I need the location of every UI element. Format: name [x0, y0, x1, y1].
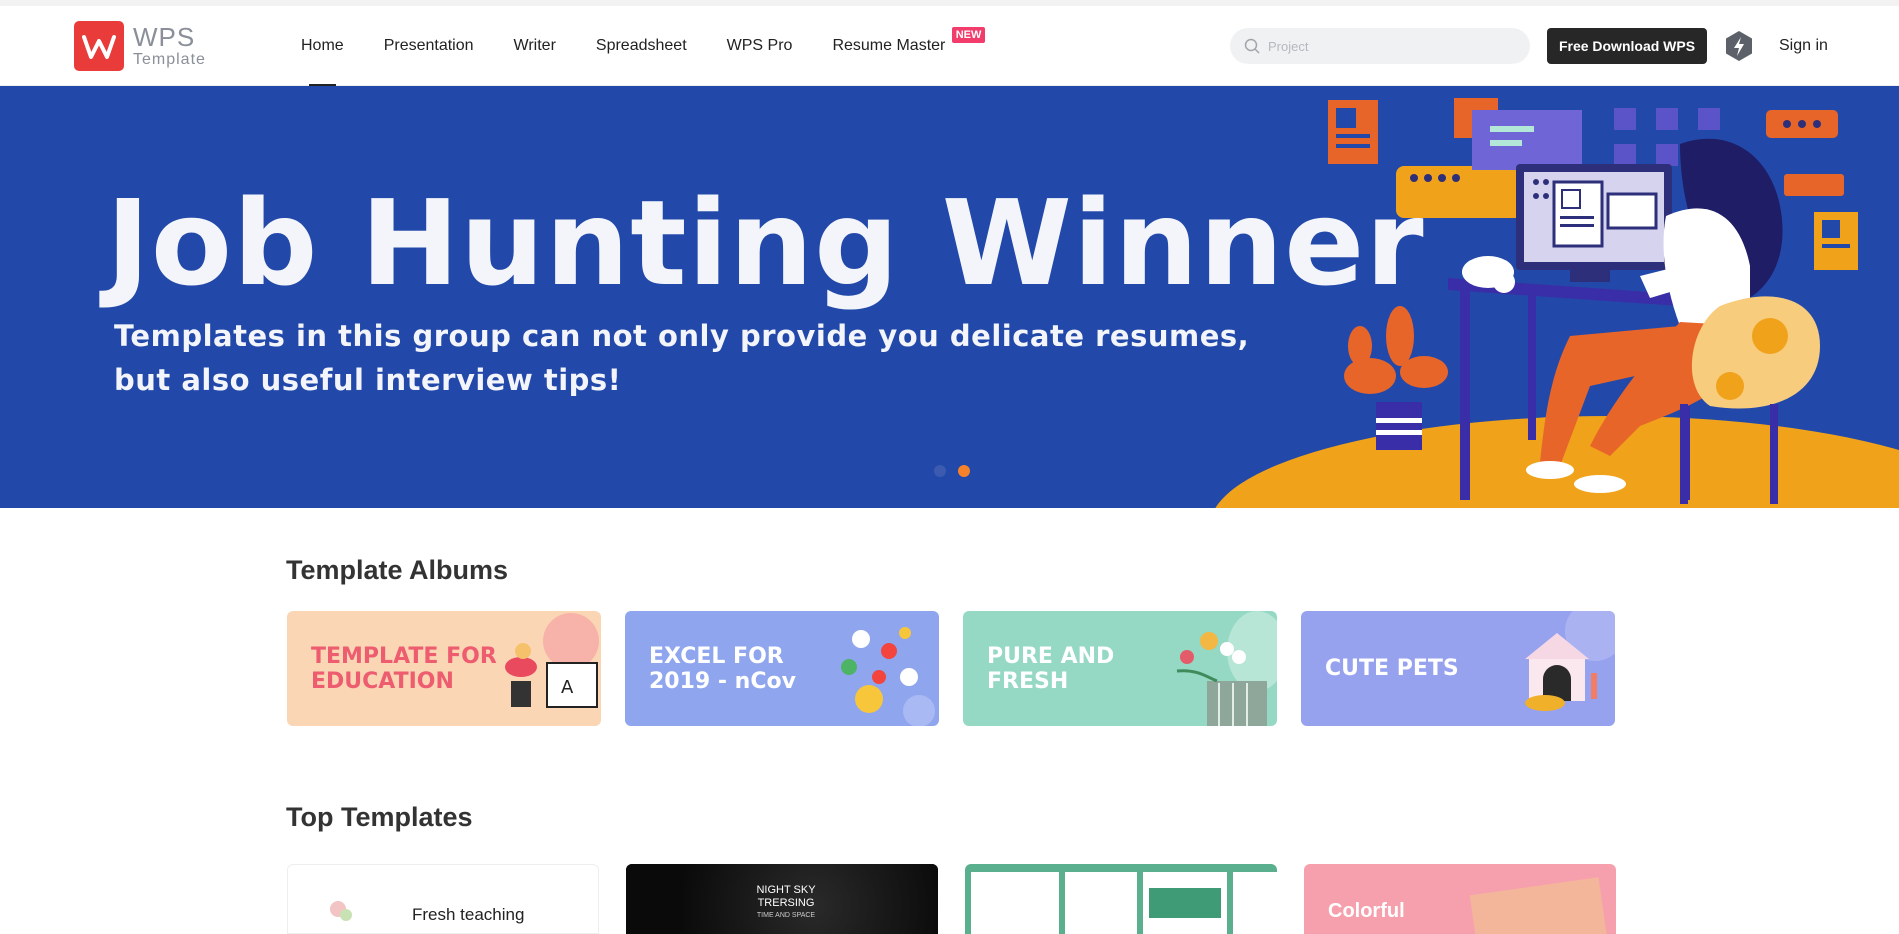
banner-subtitle: Templates in this group can not only pro…	[114, 314, 1249, 402]
slide-thumbnail-2	[1065, 872, 1137, 934]
carousel-dots	[934, 465, 982, 477]
template-card-colorful-title: Colorful	[1328, 900, 1405, 922]
template-card-green-slides[interactable]	[965, 864, 1277, 934]
nav-writer[interactable]: Writer	[514, 6, 556, 86]
nav-resume-master[interactable]: Resume Master NEW	[832, 6, 986, 86]
new-badge: NEW	[951, 27, 986, 43]
colorful-shape	[1469, 877, 1609, 934]
template-card-night-sky[interactable]: NIGHT SKY TRERSING TIME AND SPACE	[626, 864, 938, 934]
doghouse-illustration	[1525, 611, 1615, 711]
nav-resume-master-label: Resume Master	[832, 37, 946, 54]
album-education-label: TEMPLATE FOR EDUCATION	[311, 643, 497, 694]
slide-thumbnail-3	[1143, 872, 1227, 934]
nav-wps-pro[interactable]: WPS Pro	[727, 6, 793, 86]
banner-subtitle-line2: but also useful interview tips!	[114, 363, 622, 397]
top-templates-title: Top Templates	[286, 802, 473, 832]
search-icon	[1244, 38, 1260, 54]
album-cute-pets[interactable]: CUTE PETS	[1301, 611, 1615, 726]
album-cute-pets-label: CUTE PETS	[1325, 656, 1459, 681]
job-hunting-illustration	[1215, 98, 1899, 508]
logo-subtitle: Template	[133, 51, 206, 68]
wps-logo[interactable]: WPS Template	[74, 21, 206, 71]
wps-logo-icon	[74, 21, 124, 71]
template-card-night-sky-title: NIGHT SKY TRERSING	[756, 884, 816, 909]
logo-wordmark: WPS	[133, 22, 196, 52]
sign-in-link[interactable]: Sign in	[1779, 6, 1828, 86]
hero-banner[interactable]: Job Hunting Winner Templates in this gro…	[0, 86, 1899, 508]
template-albums-title: Template Albums	[286, 555, 509, 585]
virus-illustration	[841, 627, 935, 726]
search-box	[1230, 28, 1530, 64]
nav-presentation[interactable]: Presentation	[384, 6, 474, 86]
banner-subtitle-line1: Templates in this group can not only pro…	[114, 319, 1250, 353]
lightning-icon[interactable]	[1724, 30, 1754, 62]
album-excel-ncov-label: EXCEL FOR 2019 - nCov	[649, 643, 796, 694]
template-card-fresh-teaching-title: Fresh teaching	[412, 905, 525, 924]
svg-text:A: A	[561, 677, 574, 698]
flowers-illustration	[1176, 611, 1277, 726]
site-header: WPS Template Home Presentation Writer Sp…	[0, 6, 1899, 86]
template-card-fresh-teaching[interactable]: Fresh teaching	[287, 864, 599, 934]
album-excel-ncov[interactable]: EXCEL FOR 2019 - nCov	[625, 611, 939, 726]
album-pure-fresh[interactable]: PURE AND FRESH	[963, 611, 1277, 726]
top-templates: Fresh teaching NIGHT SKY TRERSING TIME A…	[287, 864, 1643, 934]
album-pure-fresh-label: PURE AND FRESH	[987, 643, 1115, 694]
flower-thumbnail	[330, 901, 352, 921]
slide-thumbnail-4	[1233, 872, 1277, 934]
template-card-colorful[interactable]: Colorful	[1304, 864, 1616, 934]
template-albums: TEMPLATE FOR EDUCATION A EXCEL FOR 2019 …	[287, 611, 1639, 726]
nav-spreadsheet[interactable]: Spreadsheet	[596, 6, 687, 86]
education-illustration: A	[505, 613, 599, 708]
nav-home[interactable]: Home	[301, 6, 344, 86]
slide-thumbnail-1	[971, 872, 1059, 934]
free-download-button[interactable]: Free Download WPS	[1547, 28, 1707, 64]
search-input[interactable]	[1268, 38, 1508, 54]
album-education[interactable]: TEMPLATE FOR EDUCATION A	[287, 611, 601, 726]
carousel-dot-1[interactable]	[934, 465, 946, 477]
main-nav: Home Presentation Writer Spreadsheet WPS…	[301, 6, 986, 86]
carousel-dot-2[interactable]	[958, 465, 970, 477]
